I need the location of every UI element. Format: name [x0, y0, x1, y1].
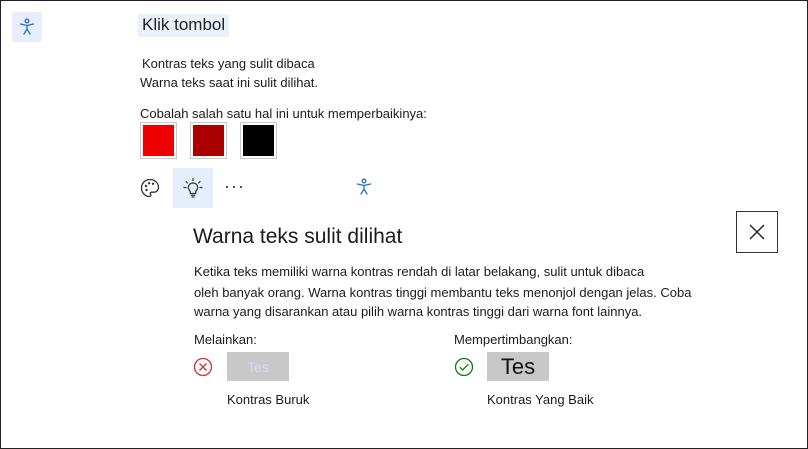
issue-title: Kontras teks yang sulit dibaca	[142, 56, 315, 71]
color-swatch-dark-red[interactable]	[190, 122, 227, 159]
bad-contrast-sample: Tes	[227, 352, 289, 381]
palette-icon	[140, 178, 160, 198]
fix-prompt: Cobalah salah satu hal ini untuk memperb…	[140, 106, 427, 121]
swatch-fill	[243, 125, 274, 156]
accessibility-person-icon	[19, 18, 35, 35]
good-contrast-sample: Tes	[487, 352, 549, 381]
good-contrast-caption: Kontras Yang Baik	[487, 392, 594, 407]
click-button-title[interactable]: Klik tombol	[138, 14, 230, 37]
bad-contrast-caption: Kontras Buruk	[227, 392, 310, 407]
good-example-label: Mempertimbangkan:	[454, 332, 573, 347]
panel-body-line: oleh banyak orang. Warna kontras tinggi …	[194, 285, 692, 300]
accessibility-person-icon[interactable]	[355, 178, 373, 196]
more-options-button[interactable]: ···	[224, 176, 245, 197]
error-icon	[193, 357, 213, 382]
accessibility-icon[interactable]	[12, 12, 42, 42]
bad-example-label: Melainkan:	[194, 332, 257, 347]
swatch-fill	[193, 125, 224, 156]
panel-body-line: warna yang disarankan atau pilih warna k…	[194, 304, 643, 319]
good-sample-text: Tes	[500, 353, 536, 379]
window-frame	[0, 0, 808, 449]
close-icon	[749, 224, 765, 240]
palette-button[interactable]	[130, 168, 170, 208]
color-swatch-red[interactable]	[140, 122, 177, 159]
swatch-fill	[143, 125, 174, 156]
lightbulb-icon	[183, 177, 203, 198]
bad-sample-text: Tes	[247, 358, 269, 375]
check-icon	[454, 357, 474, 382]
panel-body-line: Ketika teks memiliki warna kontras renda…	[194, 264, 645, 279]
close-button[interactable]	[736, 211, 778, 253]
suggestion-button[interactable]	[173, 168, 213, 208]
panel-title: Warna teks sulit dilihat	[193, 225, 403, 248]
color-swatch-black[interactable]	[240, 122, 277, 159]
issue-description: Warna teks saat ini sulit dilihat.	[140, 75, 318, 90]
